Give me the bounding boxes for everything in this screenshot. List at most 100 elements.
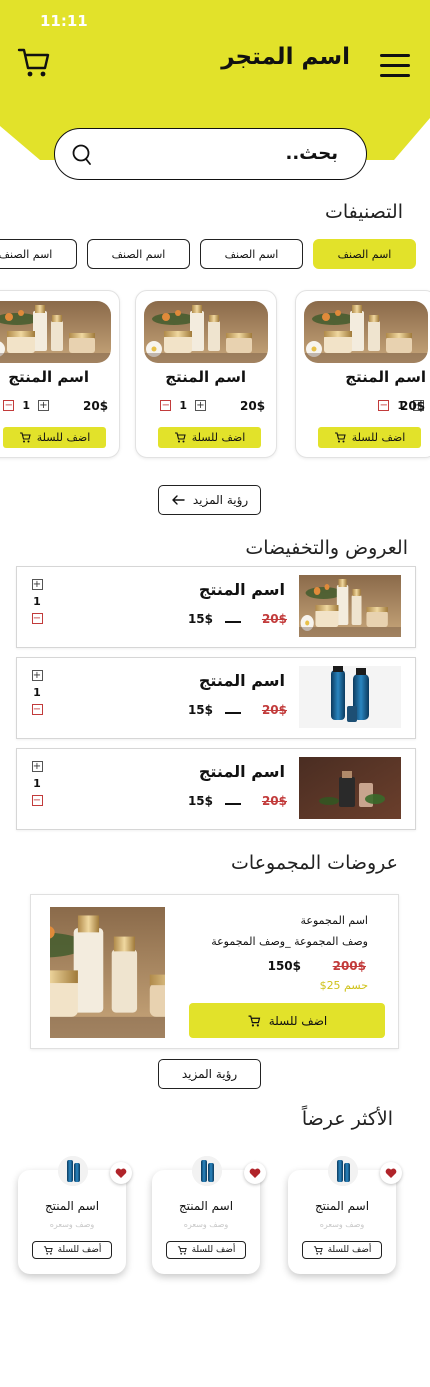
- bestseller-description: وصف وسعره: [183, 1220, 229, 1229]
- cart-icon: [43, 1245, 53, 1255]
- search-icon[interactable]: [71, 143, 93, 167]
- offer-old-price: 20$: [261, 703, 287, 717]
- plus-icon[interactable]: +: [31, 670, 43, 681]
- minus-icon[interactable]: −: [378, 400, 390, 411]
- bestseller-name: اسم المنتج: [44, 1199, 100, 1213]
- product-image: [144, 301, 268, 363]
- bestseller-add-button[interactable]: أضف للسلة: [302, 1241, 382, 1259]
- cart-icon: [313, 1245, 323, 1255]
- bestseller-add-button[interactable]: أضف للسلة: [32, 1241, 112, 1259]
- price-divider: [225, 712, 241, 714]
- add-to-cart-button[interactable]: اضف للسلة: [3, 427, 106, 448]
- offer-item[interactable]: اسم المنتج 20$ 15$ + 1 −: [16, 657, 416, 739]
- plus-icon[interactable]: +: [31, 579, 43, 590]
- minus-icon[interactable]: −: [31, 795, 43, 806]
- category-chip[interactable]: اسم الصنف: [0, 239, 77, 269]
- add-to-cart-label: أضف للسلة: [57, 1245, 102, 1255]
- price-divider: [225, 621, 241, 623]
- bundle-add-to-cart-button[interactable]: اضف للسلة: [189, 1003, 385, 1038]
- offer-new-price: 15$: [187, 703, 213, 717]
- quantity-stepper[interactable]: − 1 +: [3, 399, 49, 412]
- menu-icon[interactable]: [380, 54, 410, 78]
- cart-icon: [174, 432, 186, 443]
- price-divider: [225, 803, 241, 805]
- bundles-see-more-button[interactable]: رؤية المزيد: [158, 1059, 261, 1089]
- product-card[interactable]: اسم المنتج − 1 + 20$ اضف للسلة: [0, 290, 120, 458]
- category-chip[interactable]: اسم الصنف: [87, 239, 190, 269]
- category-chip[interactable]: اسم الصنف: [313, 239, 416, 269]
- search-input[interactable]: بحث..: [54, 128, 367, 180]
- minus-icon[interactable]: −: [31, 613, 43, 624]
- quantity-stepper[interactable]: − 1 +: [160, 399, 206, 412]
- product-price: 20$: [240, 399, 266, 413]
- offer-name: اسم المنتج: [198, 762, 285, 781]
- product-thumbnail: [58, 1156, 88, 1186]
- favorite-heart-icon[interactable]: [380, 1162, 402, 1184]
- add-to-cart-label: أضف للسلة: [327, 1245, 372, 1255]
- offer-image: [299, 575, 401, 637]
- minus-icon[interactable]: −: [160, 400, 172, 411]
- bestseller-name: اسم المنتج: [314, 1199, 370, 1213]
- product-price: 20$: [83, 399, 109, 413]
- add-to-cart-label: اضف للسلة: [191, 431, 246, 444]
- bundles-title: عروضات المجموعات: [231, 852, 398, 874]
- add-to-cart-button[interactable]: اضف للسلة: [158, 427, 261, 448]
- favorite-heart-icon[interactable]: [110, 1162, 132, 1184]
- plus-icon[interactable]: +: [38, 400, 49, 411]
- quantity-stepper[interactable]: + 1 −: [31, 670, 43, 715]
- bestsellers-title: الأكثر عرضاً: [301, 1108, 393, 1130]
- bestseller-card[interactable]: اسم المنتج وصف وسعره أضف للسلة: [152, 1156, 266, 1274]
- offer-item[interactable]: اسم المنتج 20$ 15$ + 1 −: [16, 748, 416, 830]
- arrow-left-icon: [172, 495, 185, 505]
- offer-item[interactable]: اسم المنتج 20$ 15$ + 1 −: [16, 566, 416, 648]
- quantity-stepper[interactable]: + 1 −: [31, 579, 43, 624]
- product-price: 20$: [400, 399, 426, 413]
- bundle-new-price: 150$: [267, 959, 301, 973]
- cart-icon: [19, 432, 31, 443]
- quantity-value: 1: [33, 595, 41, 608]
- plus-icon[interactable]: +: [31, 761, 43, 772]
- offer-image: [299, 666, 401, 728]
- offer-old-price: 20$: [261, 794, 287, 808]
- cart-icon: [248, 1014, 260, 1026]
- favorite-heart-icon[interactable]: [244, 1162, 266, 1184]
- add-to-cart-label: اضف للسلة: [351, 431, 406, 444]
- see-more-button[interactable]: رؤية المزيد: [158, 485, 261, 515]
- quantity-value: 1: [22, 399, 30, 412]
- product-image: [0, 301, 111, 363]
- bestseller-card[interactable]: اسم المنتج وصف وسعره أضف للسلة: [288, 1156, 402, 1274]
- bundle-old-price: 200$: [332, 959, 366, 973]
- add-to-cart-label: اضف للسلة: [268, 1013, 328, 1028]
- bundle-discount: حسم 25$: [319, 979, 368, 992]
- offer-name: اسم المنتج: [198, 580, 285, 599]
- quantity-value: 1: [33, 777, 41, 790]
- add-to-cart-button[interactable]: اضف للسلة: [318, 427, 421, 448]
- bestseller-description: وصف وسعره: [319, 1220, 365, 1229]
- quantity-stepper[interactable]: + 1 −: [31, 761, 43, 806]
- cart-icon[interactable]: [16, 44, 52, 80]
- bestseller-card[interactable]: اسم المنتج وصف وسعره أضف للسلة: [18, 1156, 132, 1274]
- bundle-description: وصف المجموعة _وصف المجموعة: [211, 935, 368, 948]
- product-card[interactable]: اسم المنتج − 1 + 20$ اضف للسلة: [295, 290, 430, 458]
- product-image: [304, 301, 428, 363]
- status-time: 11:11: [40, 12, 88, 30]
- store-name: اسم المتجر: [221, 44, 350, 70]
- bestseller-add-button[interactable]: أضف للسلة: [166, 1241, 246, 1259]
- bestseller-description: وصف وسعره: [49, 1220, 95, 1229]
- minus-icon[interactable]: −: [3, 400, 15, 411]
- category-chip[interactable]: اسم الصنف: [200, 239, 303, 269]
- plus-icon[interactable]: +: [195, 400, 206, 411]
- product-name: اسم المنتج: [8, 368, 89, 386]
- cart-icon: [334, 432, 346, 443]
- see-more-label: رؤية المزيد: [192, 493, 249, 507]
- bundle-name: اسم المجموعة: [300, 914, 368, 927]
- offer-image: [299, 757, 401, 819]
- bundle-card[interactable]: اسم المجموعة وصف المجموعة _وصف المجموعة …: [30, 894, 399, 1049]
- offer-new-price: 15$: [187, 612, 213, 626]
- minus-icon[interactable]: −: [31, 704, 43, 715]
- see-more-label: رؤية المزيد: [181, 1067, 238, 1081]
- offer-name: اسم المنتج: [198, 671, 285, 690]
- product-name: اسم المنتج: [345, 368, 426, 386]
- product-card[interactable]: اسم المنتج − 1 + 20$ اضف للسلة: [135, 290, 277, 458]
- add-to-cart-label: أضف للسلة: [191, 1245, 236, 1255]
